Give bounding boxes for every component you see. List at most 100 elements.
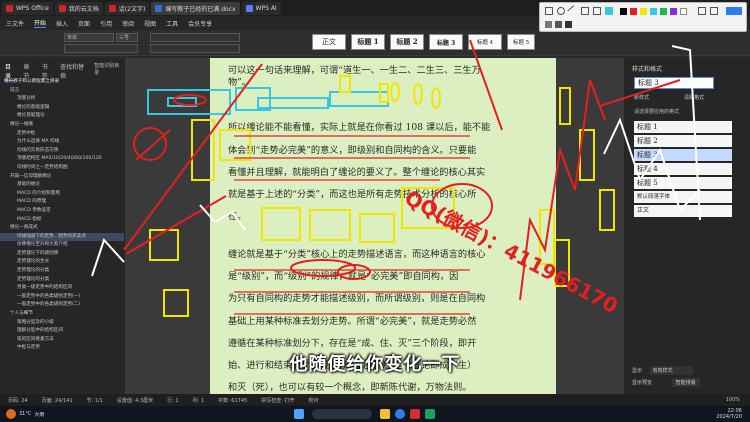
menu-member[interactable]: 会员专享 xyxy=(188,19,212,28)
current-style-field[interactable]: 标题 3 xyxy=(634,77,714,89)
toc-item[interactable]: 走势理论下的级别情 xyxy=(0,250,124,259)
toc-item[interactable]: MACD 的介绍和使用 xyxy=(0,190,124,199)
toc-item[interactable]: 一般走势中的各类级别走势(二) xyxy=(0,301,124,310)
rectangle-tool-icon[interactable] xyxy=(545,7,553,15)
toc-item[interactable]: 仿佛缠论至升和大家介绍 xyxy=(0,241,124,250)
menu-view[interactable]: 视图 xyxy=(144,19,156,28)
tab-wps-office[interactable]: WPS Office xyxy=(2,1,53,15)
tab-current-doc[interactable]: 编写教子已经的已满.docx xyxy=(151,1,240,15)
menu-page[interactable]: 页面 xyxy=(78,19,90,28)
color-swatch-purple[interactable] xyxy=(670,8,677,15)
wps-taskbar-icon[interactable] xyxy=(410,409,421,419)
document-area[interactable]: 可以这一句话来理解，可谓“道生一、一生二、二生三、三生万 物”。 所以缠论能不能看懂… xyxy=(126,58,623,394)
menu-file[interactable]: 三文件 xyxy=(6,19,24,28)
color-swatch-yellow[interactable] xyxy=(640,8,647,15)
toc-item[interactable]: 均线强弱下的走势、趋势的买卖点 xyxy=(0,232,124,242)
show-preview-checkbox[interactable]: 显示预览 xyxy=(632,379,652,386)
document-page[interactable]: 可以这一句话来理解，可谓“道生一、一生二、二生三、三生万 物”。 所以缠论能不能看懂… xyxy=(210,58,556,394)
color-swatch-white[interactable] xyxy=(680,8,687,15)
color-swatch-black[interactable] xyxy=(620,8,627,15)
menu-reference[interactable]: 引用 xyxy=(100,19,112,28)
toc-item[interactable]: 走势理论的分类 xyxy=(0,267,124,276)
tab-cloud-docs[interactable]: 我的云文档 xyxy=(54,1,103,15)
toc-item[interactable]: 个人与细节 xyxy=(0,310,124,319)
stroke-thin[interactable] xyxy=(545,21,552,28)
smart-layout-button[interactable]: 智能排版 xyxy=(671,378,700,387)
style-heading-1[interactable]: 标题 1 xyxy=(351,34,385,50)
highlight-tool-icon[interactable] xyxy=(605,7,613,15)
color-swatch-green[interactable] xyxy=(660,8,667,15)
menu-insert[interactable]: 插入 xyxy=(56,19,68,28)
styles-pane: 样式和格式 标题 3 新样式 清除格式 请选择要应用的格式 标题 1 标题 2 … xyxy=(623,58,750,394)
tab-wps-ai[interactable]: WPS AI xyxy=(241,1,281,15)
style-heading-3[interactable]: 标题 3 xyxy=(429,34,463,50)
file-explorer-icon[interactable] xyxy=(380,409,391,419)
new-style-button[interactable]: 新样式 xyxy=(634,94,649,101)
toc-list: 缠论教子和公教程集之目录 前言 顶底分析 缠论的基础逻辑 缠论基础理论 缠论一线缠 走势中枢… xyxy=(0,78,124,353)
pen-tool-icon[interactable] xyxy=(581,7,589,15)
style-item-heading-5[interactable]: 标题 5 xyxy=(634,177,732,189)
undo-icon[interactable] xyxy=(698,7,706,15)
toc-item[interactable]: 均线的交易形态交情 xyxy=(0,147,124,156)
status-item: 设置值: 4.3厘米 xyxy=(116,397,154,404)
toc-item[interactable]: 缠论的基础逻辑 xyxy=(0,104,124,113)
style-heading-5[interactable]: 标题 5 xyxy=(507,34,535,50)
tab-doc-2[interactable]: 话(2文字) xyxy=(104,1,150,15)
toc-item[interactable]: 缠论教子和公教程集之目录 xyxy=(0,78,124,87)
format-buttons[interactable] xyxy=(64,44,138,53)
menu-review[interactable]: 审阅 xyxy=(122,19,134,28)
color-swatch-cyan[interactable] xyxy=(650,8,657,15)
style-item-heading-3[interactable]: 标题 3 xyxy=(634,149,732,161)
toc-item[interactable]: MACD 的原理 xyxy=(0,198,124,207)
clear-icon[interactable] xyxy=(710,7,718,15)
browser-icon[interactable] xyxy=(395,409,406,419)
toc-item[interactable]: 一般走势中的各类级别走势(一) xyxy=(0,293,124,302)
toc-item[interactable]: 基础的缠论 xyxy=(0,181,124,190)
toc-item[interactable]: 顶底分析 xyxy=(0,95,124,104)
toc-item[interactable]: 走势理论的分类 xyxy=(0,276,124,285)
toc-item[interactable]: 走势理论的生长 xyxy=(0,258,124,267)
style-item-normal[interactable]: 正文 xyxy=(634,205,732,217)
stroke-thick[interactable] xyxy=(565,21,572,28)
line-tool-icon[interactable] xyxy=(567,5,579,17)
windows-start-icon[interactable] xyxy=(294,409,305,419)
style-item-heading-4[interactable]: 标题 4 xyxy=(634,163,732,175)
app-icon[interactable] xyxy=(425,409,436,419)
stroke-medium[interactable] xyxy=(555,21,562,28)
toc-item[interactable]: 走势中枢 xyxy=(0,130,124,139)
done-button[interactable] xyxy=(726,7,742,15)
toc-item[interactable]: 前言 xyxy=(0,87,124,96)
toc-item[interactable]: MACD 指标 xyxy=(0,216,124,225)
style-heading-4[interactable]: 标题 4 xyxy=(468,34,502,50)
toc-item[interactable]: 笔的区间要素方法 xyxy=(0,336,124,345)
font-size-select[interactable]: 三号 xyxy=(116,33,138,42)
text-tool-icon[interactable] xyxy=(593,7,601,15)
style-normal[interactable]: 正文 xyxy=(312,34,346,50)
style-heading-2[interactable]: 标题 2 xyxy=(390,34,424,50)
wps-icon xyxy=(6,4,13,12)
toc-item[interactable]: 理解分型中的结构区间 xyxy=(0,327,124,336)
toc-item[interactable]: 缠论一真成式 xyxy=(0,224,124,233)
paragraph-buttons[interactable] xyxy=(150,33,240,42)
toc-item[interactable]: 为什么选择 MA 均线 xyxy=(0,138,124,147)
toc-item[interactable]: 缠论一线缠 xyxy=(0,121,124,130)
color-swatch-red[interactable] xyxy=(630,8,637,15)
style-item-default-font[interactable]: 默认段落字体 xyxy=(634,191,732,203)
font-name-select[interactable]: 宋体 xyxy=(64,33,114,42)
toc-item[interactable]: 开篇一信仰理解缠论 xyxy=(0,173,124,182)
toc-item[interactable]: 缠论基础理论 xyxy=(0,112,124,121)
toc-item[interactable]: 策略分型及的小级 xyxy=(0,319,124,328)
toc-item[interactable]: MACD 参数设定 xyxy=(0,207,124,216)
style-item-heading-1[interactable]: 标题 1 xyxy=(634,121,732,133)
style-item-heading-2[interactable]: 标题 2 xyxy=(634,135,732,147)
menu-home[interactable]: 开始 xyxy=(34,18,47,28)
toc-item[interactable]: 另类一级走势中的结构区间 xyxy=(0,284,124,293)
toc-item[interactable]: 均线时间之一走势结构图 xyxy=(0,164,124,173)
zoom-level[interactable]: 100% xyxy=(726,397,740,403)
clear-format-button[interactable]: 清除格式 xyxy=(684,94,704,101)
taskbar-search[interactable] xyxy=(312,409,373,419)
menu-tools[interactable]: 工具 xyxy=(166,19,178,28)
alignment-buttons[interactable] xyxy=(150,44,240,53)
toc-item[interactable]: 顶底结构区 MA5/10/20/40/60/100/120 xyxy=(0,155,124,164)
ellipse-tool-icon[interactable] xyxy=(557,7,565,15)
